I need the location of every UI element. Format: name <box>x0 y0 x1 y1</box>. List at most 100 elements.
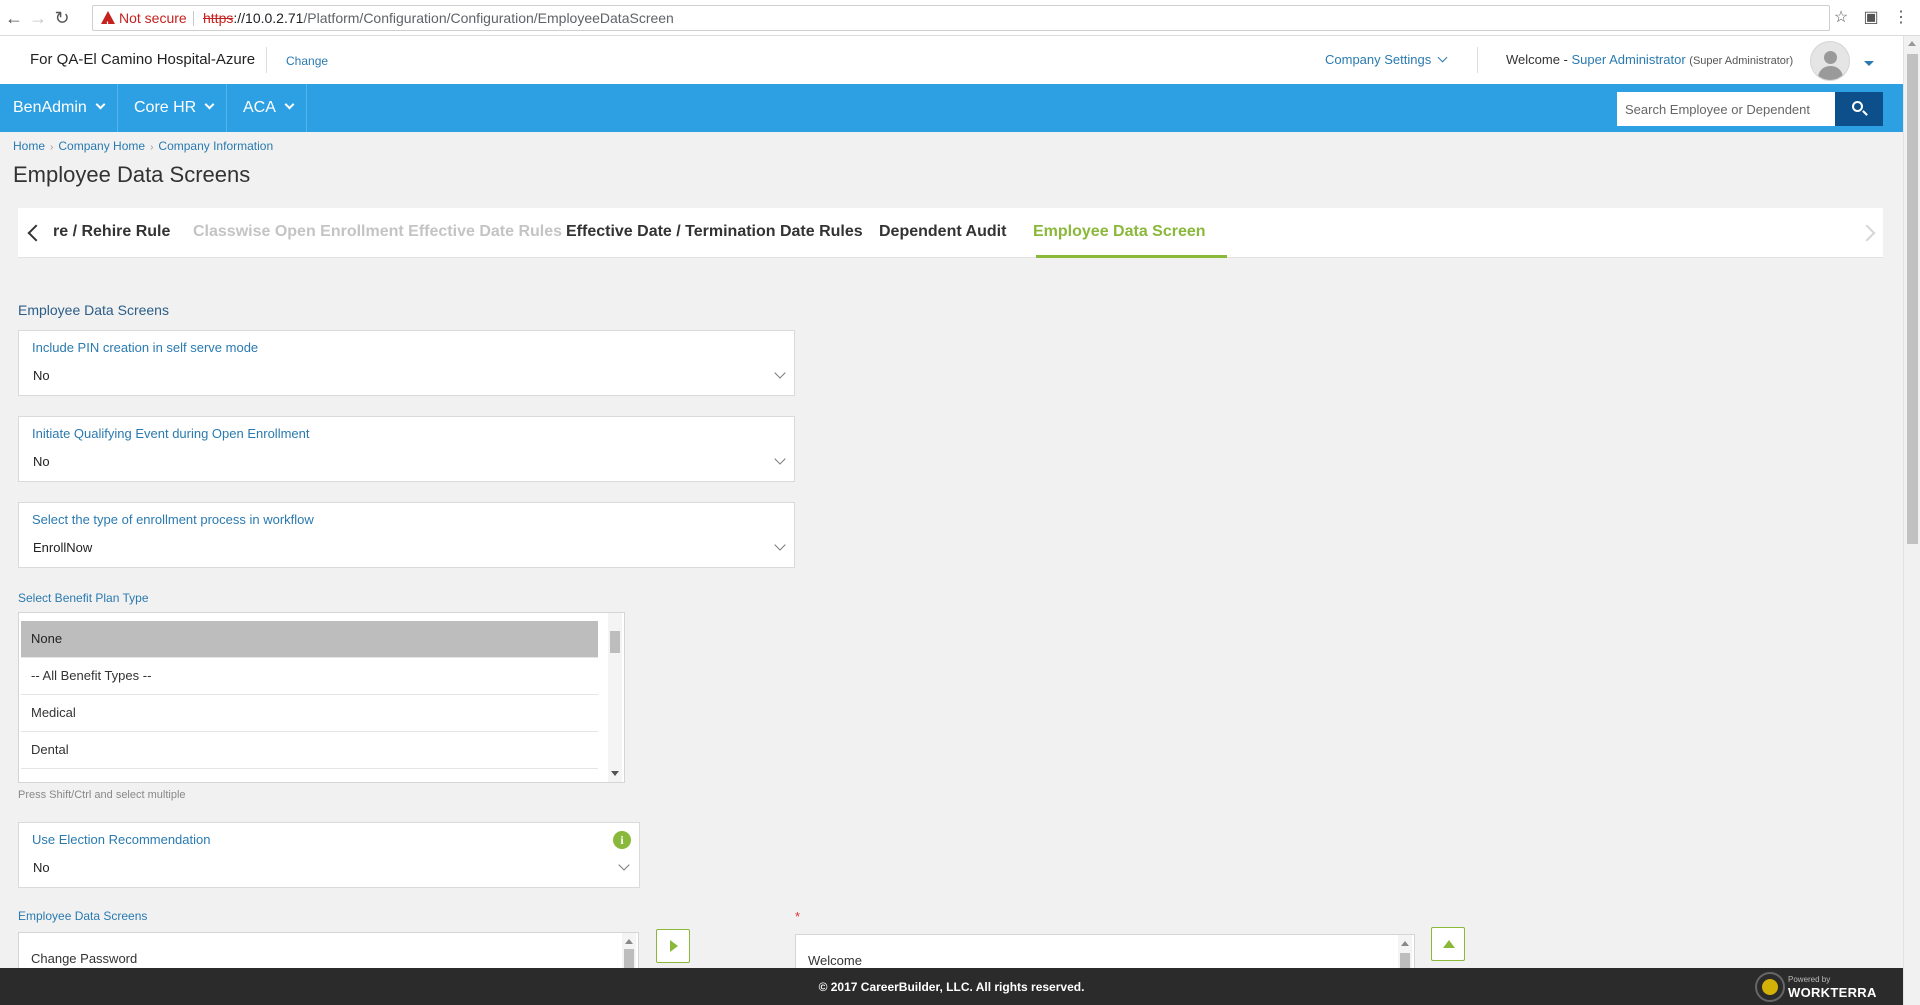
welcome-text: Welcome - Super Administrator (Super Adm… <box>1506 52 1793 67</box>
logo-mark <box>1762 979 1778 995</box>
warning-icon <box>101 11 115 37</box>
search-button[interactable] <box>1835 92 1883 126</box>
benefit-plan-type-listbox[interactable]: None -- All Benefit Types -- Medical Den… <box>18 612 625 783</box>
field-value: EnrollNow <box>33 540 93 555</box>
user-role: (Super Administrator) <box>1689 55 1794 67</box>
chevron-down-icon <box>774 453 786 465</box>
active-tab-indicator <box>1036 255 1227 258</box>
breadcrumb-company-home[interactable]: Company Home <box>58 139 145 153</box>
qualifying-event-select[interactable]: Initiate Qualifying Event during Open En… <box>18 416 795 482</box>
list-option-medical[interactable]: Medical <box>21 695 598 732</box>
avatar-head-icon <box>1824 51 1837 64</box>
tab-effective-date-termination[interactable]: Effective Date / Termination Date Rules <box>566 223 863 241</box>
chevron-down-icon <box>1437 52 1448 63</box>
field-label: Include PIN creation in self serve mode <box>32 340 259 355</box>
breadcrumb-home[interactable]: Home <box>13 139 45 153</box>
tab-dependent-audit[interactable]: Dependent Audit <box>879 223 1006 241</box>
nav-core-hr-label: Core HR <box>134 99 197 116</box>
list-option-welcome[interactable]: Welcome <box>808 953 862 968</box>
avatar[interactable] <box>1810 41 1850 81</box>
tabs-bar: re / Rehire Rule Classwise Open Enrollme… <box>18 208 1883 258</box>
breadcrumb-company-information[interactable]: Company Information <box>158 139 273 153</box>
caret-down-icon[interactable] <box>1864 61 1874 66</box>
main-nav: BenAdmin Core HR ACA <box>0 84 1903 132</box>
move-up-button[interactable] <box>1431 927 1465 961</box>
company-bar: For QA-El Camino Hospital-Azure Change C… <box>0 36 1903 84</box>
listbox-scroll-thumb[interactable] <box>610 631 620 653</box>
search-icon-handle <box>1862 110 1868 116</box>
field-value: No <box>33 454 50 469</box>
section-heading: Employee Data Screens <box>18 302 169 318</box>
move-to-selected-button[interactable] <box>656 929 690 963</box>
tab-scroll-right-icon[interactable] <box>1858 224 1876 242</box>
change-company-link[interactable]: Change <box>286 54 328 68</box>
listbox-scrollbar[interactable] <box>622 933 636 971</box>
browser-toolbar: ← → ↻ Not secure https://10.0.2.71/Platf… <box>0 0 1920 37</box>
copyright-text: © 2017 CareerBuilder, LLC. All rights re… <box>818 980 1085 994</box>
scroll-up-icon[interactable] <box>625 939 633 944</box>
tab-rehire-rule[interactable]: re / Rehire Rule <box>53 223 170 241</box>
nav-divider <box>226 84 227 132</box>
field-value: No <box>33 368 50 383</box>
tab-employee-data-screen[interactable]: Employee Data Screen <box>1033 223 1206 241</box>
forward-icon[interactable]: → <box>28 8 48 28</box>
info-icon[interactable]: i <box>613 831 631 849</box>
reload-icon[interactable]: ↻ <box>52 8 72 28</box>
list-option-all-benefit-types[interactable]: -- All Benefit Types -- <box>21 658 598 695</box>
chevron-down-icon <box>618 859 630 871</box>
page-title: Employee Data Screens <box>13 162 251 187</box>
footer: © 2017 CareerBuilder, LLC. All rights re… <box>0 968 1903 1005</box>
chevron-down-icon <box>774 367 786 379</box>
breadcrumb: Home › Company Home › Company Information <box>13 139 273 153</box>
avatar-body-icon <box>1818 66 1843 80</box>
employee-data-screens-label: Employee Data Screens <box>18 909 148 923</box>
search-icon <box>1852 101 1863 112</box>
list-option-change-password[interactable]: Change Password <box>31 951 137 966</box>
field-value: No <box>33 860 50 875</box>
field-label: Initiate Qualifying Event during Open En… <box>32 426 310 441</box>
url-protocol: https <box>203 10 234 26</box>
listbox-scrollbar[interactable] <box>608 613 622 782</box>
multi-select-hint: Press Shift/Ctrl and select multiple <box>18 789 186 801</box>
scroll-down-icon[interactable] <box>611 771 619 776</box>
nav-benadmin[interactable]: BenAdmin <box>13 84 106 132</box>
company-settings-menu[interactable]: Company Settings <box>1325 52 1448 67</box>
chevron-down-icon <box>95 99 106 110</box>
page-scrollbar[interactable] <box>1903 36 1920 1005</box>
listbox-scrollbar[interactable] <box>1398 935 1412 971</box>
url-path: /Platform/Configuration/Configuration/Em… <box>303 10 674 26</box>
company-divider-2 <box>1477 47 1478 73</box>
list-option-none[interactable]: None <box>21 621 598 658</box>
scroll-up-icon[interactable] <box>1908 41 1916 46</box>
search-input[interactable] <box>1617 92 1835 126</box>
url-host: ://10.0.2.71 <box>233 10 304 26</box>
tab-classwise-open-enrollment[interactable]: Classwise Open Enrollment Effective Date… <box>193 223 562 241</box>
browser-menu-icon[interactable]: ⋮ <box>1892 9 1910 27</box>
election-recommendation-select[interactable]: Use Election Recommendation i No <box>18 822 640 888</box>
scroll-up-icon[interactable] <box>1401 941 1409 946</box>
pin-creation-select[interactable]: Include PIN creation in self serve mode … <box>18 330 795 396</box>
available-screens-listbox[interactable]: Change Password <box>18 932 639 972</box>
chevron-down-icon <box>284 99 295 110</box>
selected-screens-listbox[interactable]: Welcome <box>795 934 1415 972</box>
nav-core-hr[interactable]: Core HR <box>134 84 215 132</box>
enrollment-process-select[interactable]: Select the type of enrollment process in… <box>18 502 795 568</box>
arrow-up-icon <box>1443 940 1455 948</box>
list-option-dental[interactable]: Dental <box>21 732 598 769</box>
bookmark-star-icon[interactable]: ☆ <box>1832 9 1850 27</box>
required-marker: * <box>795 909 801 924</box>
page-scroll-thumb[interactable] <box>1907 54 1918 544</box>
tab-scroll-left-icon[interactable] <box>27 224 45 242</box>
benefit-plan-type-label: Select Benefit Plan Type <box>18 591 149 605</box>
chevron-down-icon <box>774 539 786 551</box>
not-secure-label: Not secure <box>119 10 187 26</box>
workterra-logo-icon <box>1755 972 1785 1002</box>
user-name[interactable]: Super Administrator <box>1572 52 1686 67</box>
nav-divider <box>306 84 307 132</box>
nav-aca[interactable]: ACA <box>243 84 295 132</box>
back-icon[interactable]: ← <box>4 8 24 28</box>
address-bar[interactable]: Not secure https://10.0.2.71/Platform/Co… <box>92 5 1830 37</box>
company-divider <box>266 47 267 73</box>
chevron-down-icon <box>204 99 215 110</box>
extension-icon[interactable]: ▣ <box>1862 9 1880 27</box>
